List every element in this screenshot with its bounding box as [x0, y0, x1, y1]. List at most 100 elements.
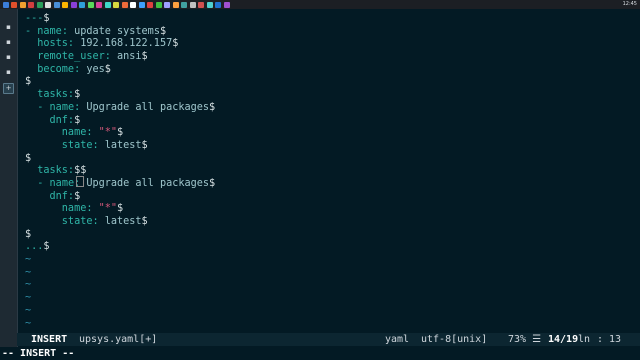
code-token: $ — [25, 152, 32, 164]
code-token: $ — [209, 177, 216, 189]
code-token: ansi — [110, 51, 142, 63]
taskbar-app-icon[interactable] — [28, 1, 34, 8]
code-token: ... — [25, 241, 44, 253]
code-token: update systems — [67, 25, 160, 37]
clock[interactable]: 12:45 — [623, 0, 637, 9]
code-token: "*" — [98, 203, 118, 215]
code-token: $ — [74, 190, 81, 202]
code-token: --- — [25, 13, 44, 24]
dock-files-icon[interactable]: ▪ — [4, 38, 13, 47]
scroll-percent: 73% ☰ — [508, 334, 542, 345]
code-token: "*" — [98, 127, 118, 139]
empty-line-marker: ~ — [25, 304, 32, 316]
taskbar-app-icon[interactable] — [11, 1, 17, 8]
taskbar-app-icon[interactable] — [45, 1, 51, 8]
taskbar-app-icon[interactable] — [53, 1, 60, 8]
taskbar-app-icon[interactable] — [147, 1, 153, 8]
taskbar-app-icon[interactable] — [172, 1, 179, 8]
taskbar-app-icon[interactable] — [155, 1, 162, 8]
taskbar-app-icon[interactable] — [198, 1, 204, 8]
editor-line: state: latest$ — [25, 140, 640, 153]
code-token: remote_user: — [25, 51, 111, 63]
taskbar-app-icon[interactable] — [138, 1, 145, 8]
left-dock: ▪ ▪ ▪ ▪ + — [0, 9, 18, 360]
code-token: $ — [74, 114, 81, 126]
text-cursor — [76, 176, 84, 187]
code-token: Upgrade all packages — [80, 101, 210, 113]
cursor-column: : 13 — [597, 334, 622, 345]
code-token: $ — [74, 89, 81, 101]
code-token: $ — [43, 13, 50, 24]
editor-line: ...$ — [25, 241, 640, 254]
taskbar-app-icon[interactable] — [2, 1, 9, 8]
taskbar-app-icon[interactable] — [62, 1, 68, 8]
code-token: dnf: — [25, 114, 75, 126]
editor-line: tasks:$$ — [25, 165, 640, 178]
taskbar-app-icon[interactable] — [19, 1, 26, 8]
empty-line-marker: ~ — [25, 317, 32, 329]
taskbar-app-icon[interactable] — [206, 1, 213, 8]
editor-line: - name: Upgrade all packages$ — [25, 102, 640, 115]
empty-line-marker: ~ — [25, 279, 32, 291]
code-token: $ — [141, 139, 148, 151]
taskbar-app-icon[interactable] — [79, 1, 85, 8]
code-token: - — [25, 101, 50, 113]
taskbar-app-icon[interactable] — [121, 1, 128, 8]
empty-line-marker: ~ — [25, 266, 32, 278]
taskbar-app-icon[interactable] — [164, 1, 170, 8]
vim-statusline: INSERT upsys.yaml[+] yaml utf-8[unix] 73… — [17, 333, 640, 346]
editor-line: $ — [25, 153, 640, 166]
code-token: $ — [141, 51, 148, 63]
code-token: $ — [104, 63, 111, 75]
code-token: name: — [25, 127, 93, 139]
editor-line: name: "*"$ — [25, 203, 640, 216]
empty-line-marker: ~ — [25, 292, 32, 304]
code-token: $ — [172, 38, 179, 50]
taskbar-app-icon[interactable] — [96, 1, 102, 8]
taskbar-app-icon[interactable] — [113, 1, 119, 8]
code-token: name: — [25, 203, 93, 215]
code-token: tasks: — [25, 89, 75, 101]
command-line: -- INSERT -- — [0, 347, 640, 360]
dock-terminal-icon[interactable]: ▪ — [4, 23, 13, 32]
dock-settings-icon[interactable]: ▪ — [4, 53, 13, 62]
code-token: - — [25, 177, 50, 189]
taskbar-app-icon[interactable] — [189, 1, 196, 8]
code-token: $ — [209, 101, 216, 113]
taskbar: 12:45 — [0, 0, 640, 9]
code-token: state: — [25, 139, 99, 151]
editor-line: - name: update systems$ — [25, 26, 640, 39]
file-encoding: utf-8[unix] — [421, 334, 488, 345]
filename: upsys.yaml[+] — [79, 334, 158, 345]
cursor-line-position: 14/19 — [548, 334, 579, 345]
taskbar-app-icon[interactable] — [130, 1, 136, 8]
code-token: Upgrade all packages — [80, 177, 210, 189]
taskbar-app-icon[interactable] — [223, 1, 230, 8]
code-token: latest — [98, 139, 142, 151]
editor-line: tasks:$ — [25, 89, 640, 102]
editor-line: ~ — [25, 279, 640, 292]
editor-line: name: "*"$ — [25, 127, 640, 140]
code-token: $ — [25, 228, 32, 240]
code-token: name: — [37, 25, 68, 37]
taskbar-app-icon[interactable] — [181, 1, 187, 8]
dock-add-icon[interactable]: + — [3, 83, 14, 94]
filetype: yaml — [385, 334, 410, 345]
code-token: latest — [98, 216, 142, 227]
editor-line: ~ — [25, 254, 640, 267]
taskbar-app-icon[interactable] — [104, 1, 111, 8]
dock-app-icon[interactable]: ▪ — [4, 68, 13, 77]
code-token: 192.168.122.157 — [74, 38, 173, 50]
ln-icon: ln — [578, 334, 591, 345]
taskbar-app-icon[interactable] — [215, 1, 221, 8]
taskbar-app-icon[interactable] — [36, 1, 43, 8]
code-token: tasks: — [25, 165, 75, 177]
taskbar-app-icon[interactable] — [87, 1, 94, 8]
editor-line: $ — [25, 76, 640, 89]
editor-line: ~ — [25, 292, 640, 305]
vim-editor-buffer[interactable]: ---$ - name: update systems$ hosts: 192.1… — [25, 13, 640, 360]
code-token: name: — [49, 101, 81, 113]
editor-line: dnf:$ — [25, 115, 640, 128]
taskbar-app-icon[interactable] — [70, 1, 77, 8]
editor-line: state: latest$ — [25, 216, 640, 229]
